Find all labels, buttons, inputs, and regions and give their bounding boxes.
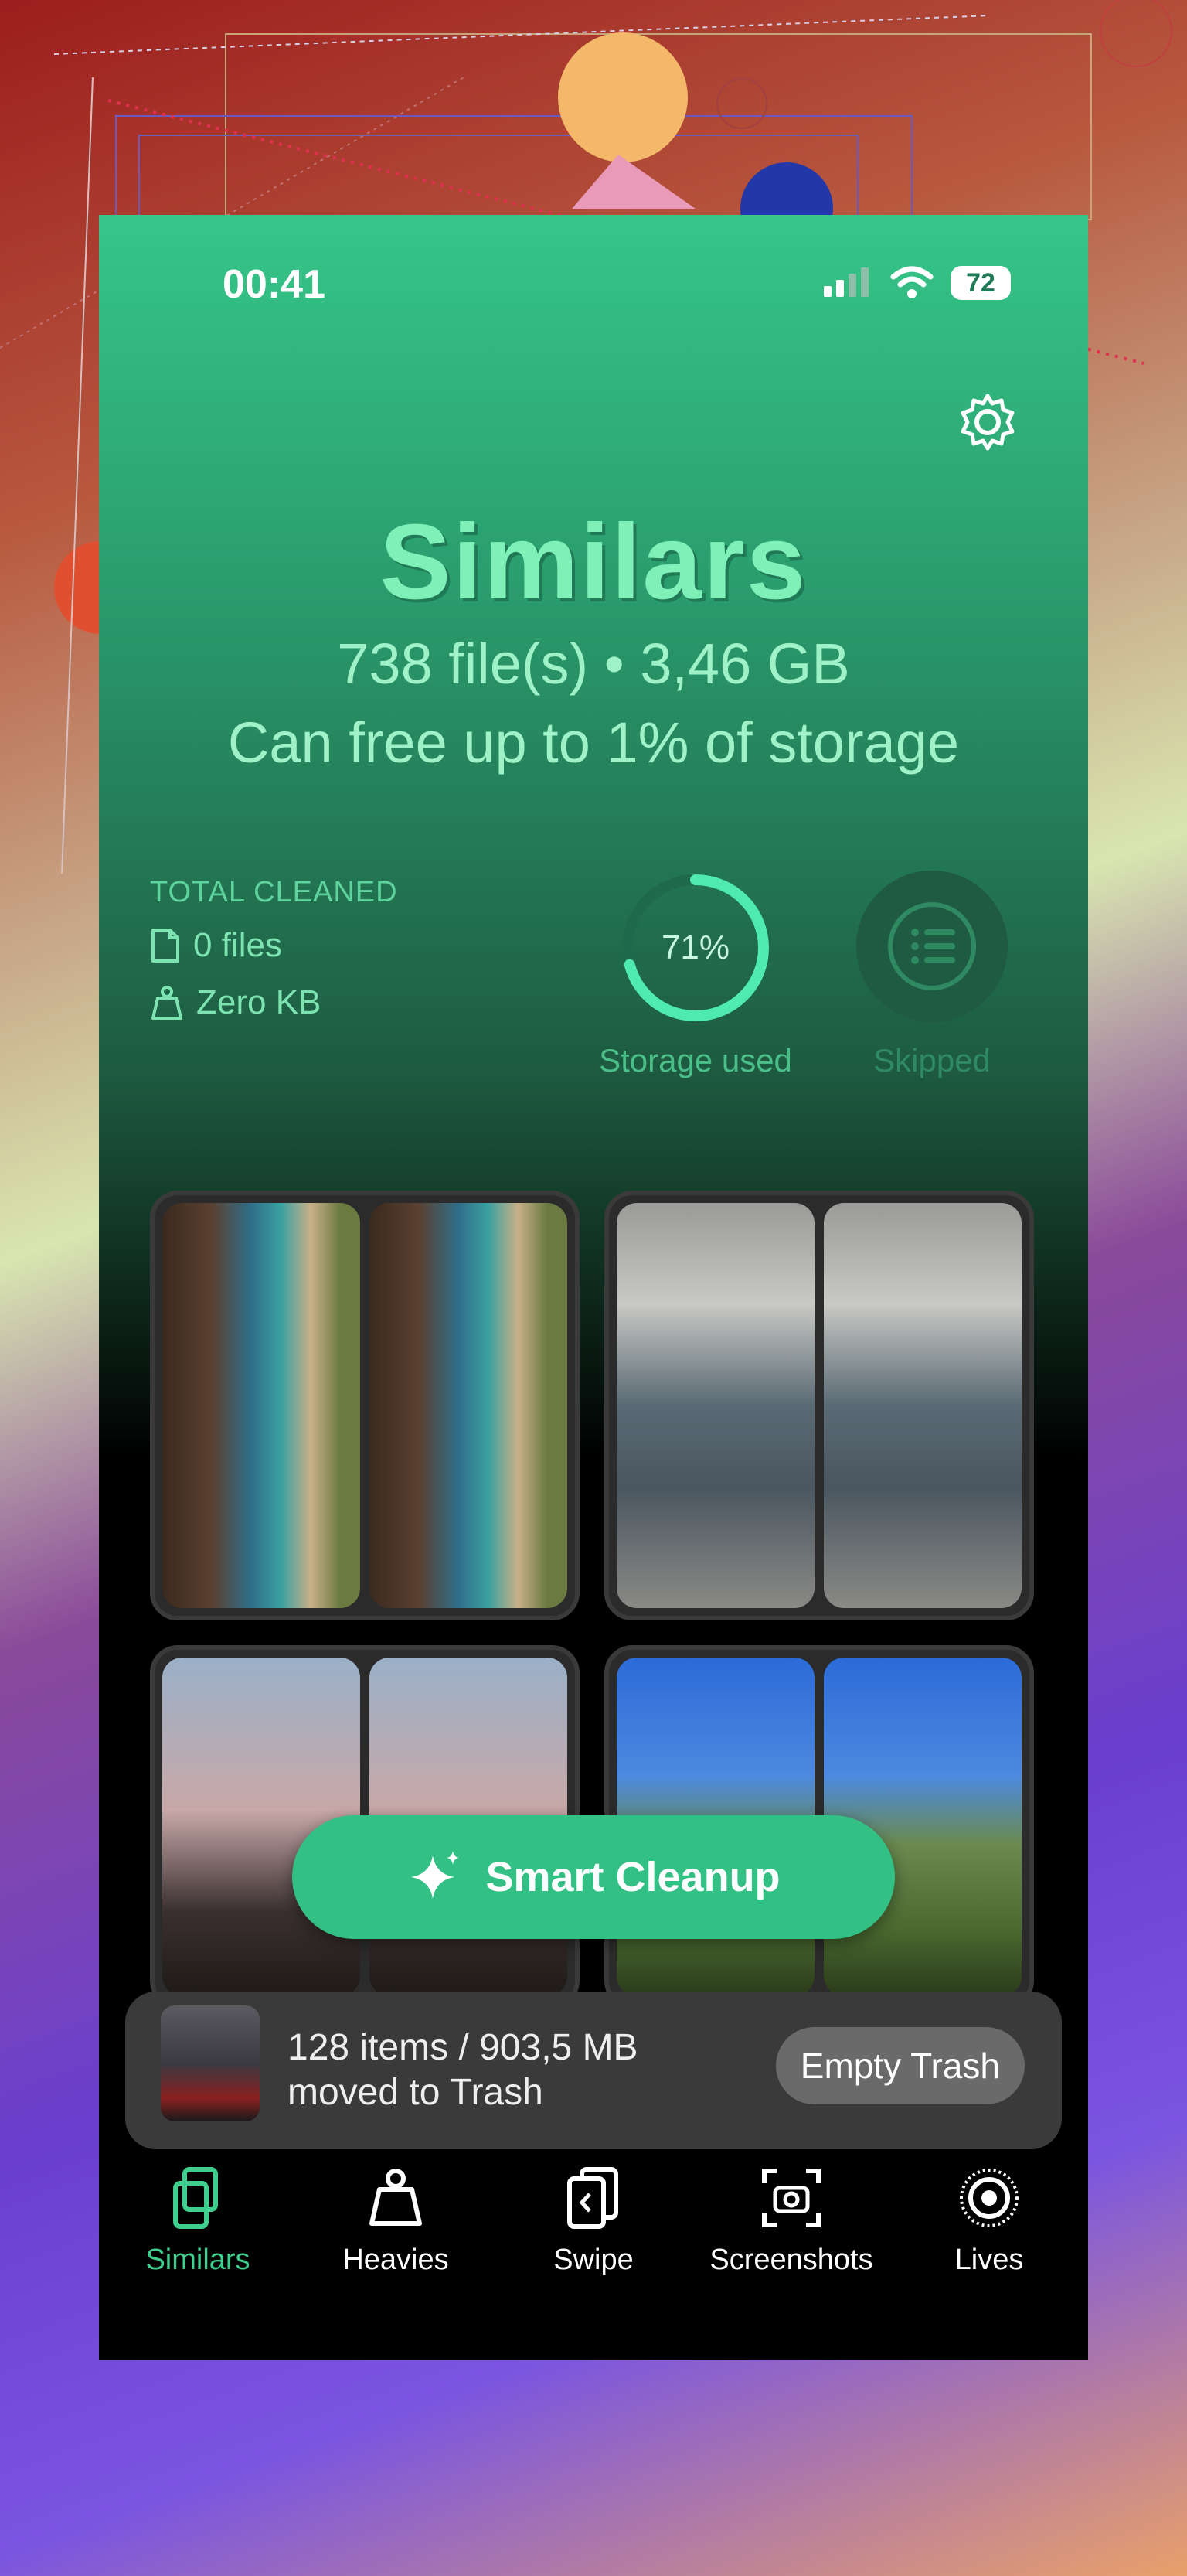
empty-trash-button[interactable]: Empty Trash xyxy=(775,2027,1025,2104)
tab-label: Lives xyxy=(954,2244,1024,2276)
settings-gear-icon[interactable] xyxy=(957,391,1019,453)
signal-icon xyxy=(824,267,869,297)
smart-cleanup-button[interactable]: Smart Cleanup xyxy=(292,1815,895,1939)
tab-label: Swipe xyxy=(553,2244,634,2276)
live-icon xyxy=(960,2169,1019,2227)
tab-label: Similars xyxy=(145,2244,250,2276)
photo-thumbnail xyxy=(824,1203,1022,1608)
trash-banner[interactable]: 128 items / 903,5 MB moved to Trash Empt… xyxy=(125,1992,1062,2149)
files-summary: 738 file(s) • 3,46 GB xyxy=(337,632,850,696)
trash-status: moved to Trash xyxy=(287,2072,543,2113)
trash-count: 128 items / 903,5 MB xyxy=(287,2027,638,2068)
photo-thumbnail xyxy=(617,1203,815,1608)
trash-thumbnail xyxy=(161,2005,260,2121)
tab-label: Screenshots xyxy=(709,2244,873,2276)
tab-heavies[interactable]: Heavies xyxy=(297,2163,495,2277)
weight-icon xyxy=(369,2169,422,2226)
storage-used-label: Storage used xyxy=(599,1042,792,1078)
cleaned-files-value: 0 files xyxy=(193,926,282,964)
skipped-button[interactable] xyxy=(856,871,1008,1022)
tab-label: Heavies xyxy=(342,2244,449,2276)
list-icon xyxy=(888,902,976,990)
screenshot-icon xyxy=(762,2169,821,2227)
tab-screenshots[interactable]: Screenshots xyxy=(692,2163,890,2277)
free-space-text: Can free up to 1% of storage xyxy=(227,710,960,775)
photo-thumbnail xyxy=(162,1203,360,1608)
tab-similars[interactable]: Similars xyxy=(99,2163,297,2277)
weight-icon xyxy=(151,986,182,1020)
status-time: 00:41 xyxy=(223,262,325,307)
similar-group-card[interactable] xyxy=(604,1191,1034,1620)
trash-summary: 128 items / 903,5 MB moved to Trash xyxy=(287,2026,638,2115)
app-screen: 00:41 72 Similars 738 file(s) • 3,46 GB … xyxy=(99,215,1088,2360)
storage-ring: 71% xyxy=(618,871,773,1025)
storage-percent: 71% xyxy=(662,929,730,966)
tab-bar: Similars Heavies Swipe Screenshots Lives xyxy=(99,2163,1088,2318)
tab-lives[interactable]: Lives xyxy=(890,2163,1088,2277)
similar-group-card[interactable] xyxy=(150,1191,580,1620)
cleaned-files-row: 0 files xyxy=(150,926,282,965)
file-icon xyxy=(151,929,179,963)
page-title: Similars xyxy=(379,503,808,622)
skipped-label: Skipped xyxy=(873,1042,991,1078)
photo-thumbnail xyxy=(369,1203,567,1608)
cleaned-size-value: Zero KB xyxy=(196,983,321,1021)
swipe-icon xyxy=(567,2167,618,2229)
sparkle-icon xyxy=(411,1851,460,1899)
status-indicators: 72 xyxy=(824,266,1011,300)
smart-cleanup-label: Smart Cleanup xyxy=(485,1854,781,1900)
cleaned-size-row: Zero KB xyxy=(150,983,321,1022)
wifi-icon xyxy=(890,266,934,298)
tab-swipe[interactable]: Swipe xyxy=(495,2163,692,2277)
total-cleaned-label: TOTAL CLEANED xyxy=(150,876,398,908)
battery-icon: 72 xyxy=(951,266,1011,300)
similars-icon xyxy=(173,2167,218,2229)
